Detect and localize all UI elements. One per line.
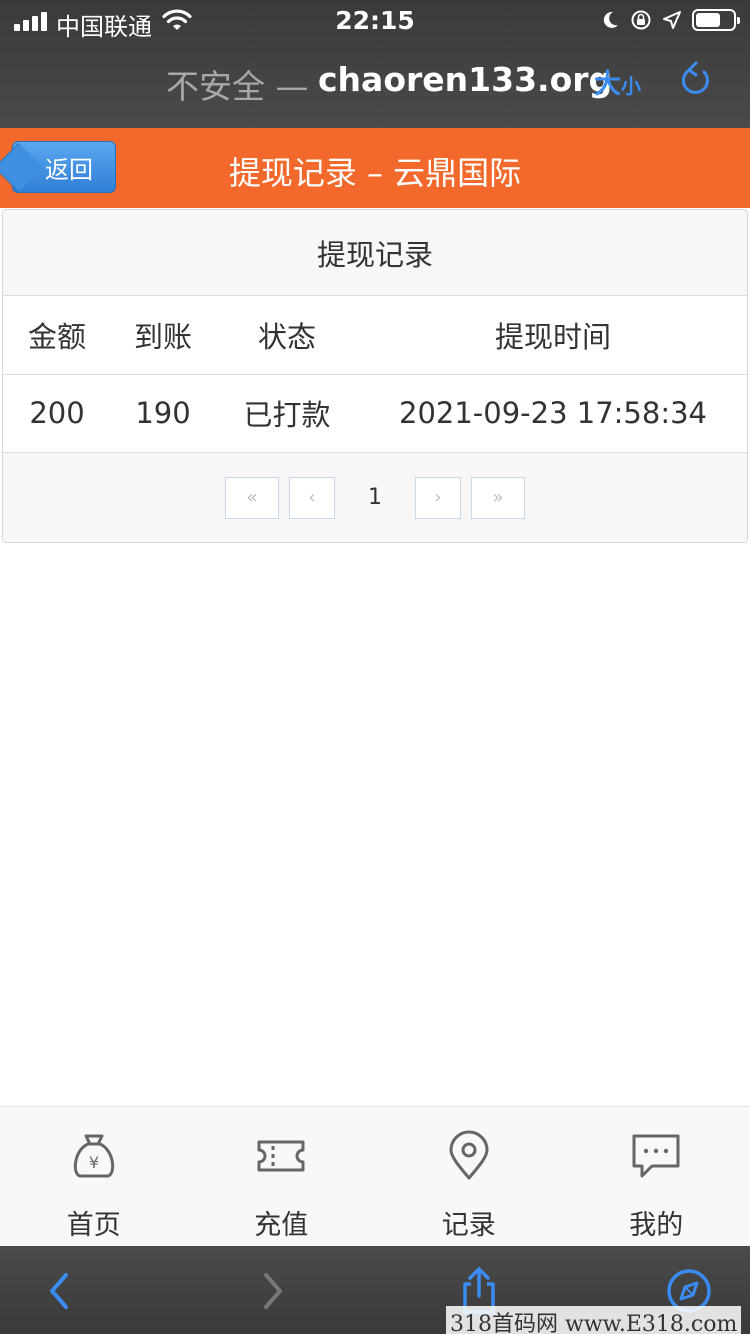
rotation-lock-icon xyxy=(631,10,651,30)
column-header-time: 提现时间 xyxy=(359,296,747,375)
text-size-button[interactable]: 大小 xyxy=(594,62,641,101)
battery-icon xyxy=(692,9,740,31)
cell-received: 190 xyxy=(111,374,215,453)
location-pin-icon xyxy=(442,1129,496,1183)
text-size-small: 小 xyxy=(621,74,641,98)
status-bar: 中国联通 22:15 xyxy=(0,0,750,44)
reload-icon[interactable] xyxy=(678,60,714,104)
cell-amount: 200 xyxy=(3,374,111,453)
chat-bubble-icon xyxy=(629,1129,683,1183)
bottom-tab-bar: ¥ 首页 充值 记录 我的 xyxy=(0,1106,750,1246)
svg-text:¥: ¥ xyxy=(89,1153,99,1172)
page-title: 提现记录 – 云鼎国际 xyxy=(228,154,522,192)
prev-page-button[interactable]: ‹ xyxy=(289,476,335,519)
tab-label: 记录 xyxy=(441,1210,496,1241)
record-table: 金额 到账 状态 提现时间 200 190 已打款 2021-09-23 17:… xyxy=(3,296,747,453)
tab-mine[interactable]: 我的 xyxy=(563,1107,750,1246)
withdraw-record-panel: 提现记录 金额 到账 状态 提现时间 200 190 已打款 2021-09-2… xyxy=(2,209,748,543)
status-icons xyxy=(600,9,740,31)
last-page-button[interactable]: » xyxy=(471,476,525,519)
pagination: « ‹ 1 › » xyxy=(3,452,747,542)
moon-icon xyxy=(603,11,618,28)
panel-heading: 提现记录 xyxy=(3,210,747,296)
forward-arrow-icon[interactable] xyxy=(246,1264,300,1318)
tab-home[interactable]: ¥ 首页 xyxy=(0,1107,188,1246)
table-header-row: 金额 到账 状态 提现时间 xyxy=(3,296,747,375)
tab-recharge[interactable]: 充值 xyxy=(188,1107,376,1246)
current-page[interactable]: 1 xyxy=(345,477,405,519)
insecure-label: 不安全 — xyxy=(166,67,309,106)
money-bag-icon: ¥ xyxy=(67,1129,121,1183)
next-page-button[interactable]: › xyxy=(415,476,461,519)
text-size-big: 大 xyxy=(594,69,621,100)
browser-top-chrome: 中国联通 22:15 不安全 — chaoren133.org 大小 xyxy=(0,0,750,128)
column-header-amount: 金额 xyxy=(3,296,111,375)
cell-status: 已打款 xyxy=(215,374,359,453)
watermark: 318首码网 www.E318.com xyxy=(446,1306,742,1334)
cell-time: 2021-09-23 17:58:34 xyxy=(359,374,747,453)
tab-label: 充值 xyxy=(254,1210,309,1241)
url-bar[interactable]: 不安全 — chaoren133.org 大小 xyxy=(0,44,750,128)
url-host[interactable]: chaoren133.org xyxy=(318,60,612,99)
tab-label: 首页 xyxy=(66,1210,121,1241)
first-page-button[interactable]: « xyxy=(225,476,279,519)
column-header-status: 状态 xyxy=(215,296,359,375)
tab-label: 我的 xyxy=(629,1210,684,1241)
column-header-received: 到账 xyxy=(111,296,215,375)
table-row: 200 190 已打款 2021-09-23 17:58:34 xyxy=(3,374,747,453)
app-header: 返回 提现记录 – 云鼎国际 xyxy=(0,128,750,208)
ticket-icon xyxy=(254,1129,308,1183)
back-arrow-icon[interactable] xyxy=(32,1264,86,1318)
tab-records[interactable]: 记录 xyxy=(375,1107,563,1246)
location-arrow-icon xyxy=(663,11,681,29)
back-button-label: 返回 xyxy=(45,155,93,184)
